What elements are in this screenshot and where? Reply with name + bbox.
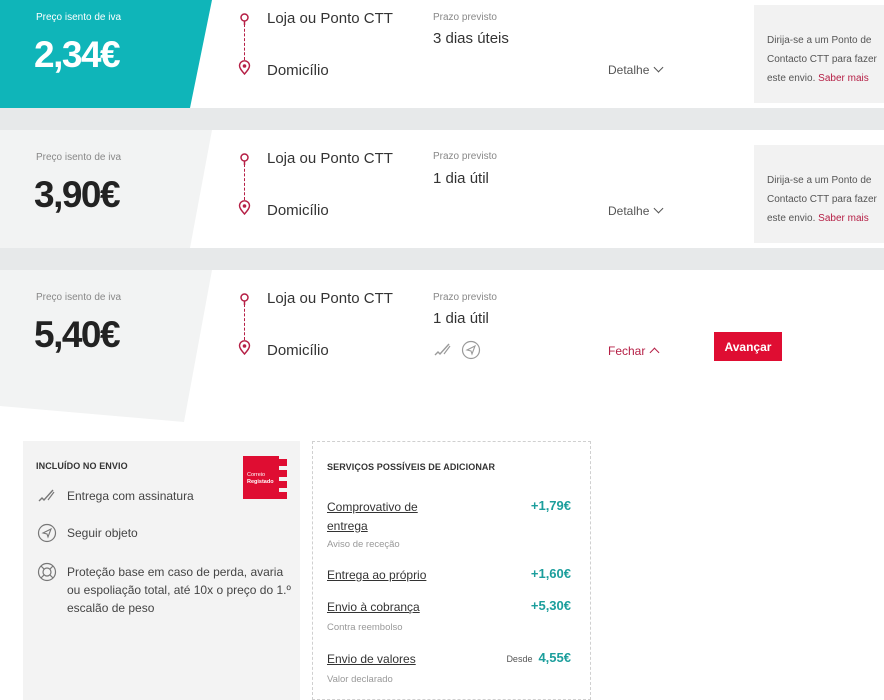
saber-mais-link[interactable]: Saber mais — [818, 213, 869, 224]
prazo-value: 1 dia útil — [433, 170, 489, 187]
close-label: Fechar — [608, 344, 646, 358]
service-price: +1,79€ — [530, 498, 571, 513]
route-dashed-line — [244, 164, 245, 200]
close-link[interactable]: Fechar — [608, 344, 660, 358]
signature-icon — [38, 489, 55, 502]
service-name-link[interactable]: Envio de valores — [327, 650, 416, 669]
lifebuoy-icon — [37, 562, 57, 582]
origin-text: Loja ou Ponto CTT — [267, 150, 393, 167]
price-value: 3,90€ — [34, 174, 121, 215]
chevron-up-icon — [649, 347, 660, 358]
shipping-option-1[interactable]: Preço isento de iva 2,34€ Loja ou Ponto … — [0, 0, 884, 108]
price-label: Preço isento de iva — [36, 152, 122, 163]
destination-text: Domicílio — [267, 202, 329, 219]
separator-band — [0, 108, 884, 130]
route: Loja ou Ponto CTT Domicílio — [237, 150, 437, 222]
service-price: +5,30€ — [530, 598, 571, 613]
separator-band — [0, 248, 884, 270]
price-label: Preço isento de iva — [36, 12, 122, 23]
stamp-line1: Correio — [247, 472, 265, 478]
price-value: 5,40€ — [34, 314, 121, 355]
route: Loja ou Ponto CTT Domicílio — [237, 10, 437, 82]
route: Loja ou Ponto CTT Domicílio — [237, 290, 437, 362]
destination-pin-icon — [238, 200, 251, 215]
destination-text: Domicílio — [267, 342, 329, 359]
note-text: Dirija-se a um Ponto de Contacto CTT par… — [767, 175, 877, 224]
saber-mais-link[interactable]: Saber mais — [818, 73, 869, 84]
service-sub: Valor declarado — [327, 674, 393, 685]
route-dashed-line — [244, 304, 245, 340]
prazo-label: Prazo previsto — [433, 292, 497, 303]
included-title: INCLUÍDO NO ENVIO — [36, 461, 128, 471]
detail-link[interactable]: Detalhe — [608, 62, 664, 77]
route-dashed-line — [244, 24, 245, 60]
stamp-line2: Registado — [247, 479, 274, 485]
service-sub: Contra reembolso — [327, 622, 403, 633]
service-from-label: Desde — [506, 654, 533, 664]
shipping-options-page: Preço isento de iva 2,34€ Loja ou Ponto … — [0, 0, 884, 700]
services-title: SERVIÇOS POSSÍVEIS DE ADICIONAR — [327, 462, 496, 472]
origin-text: Loja ou Ponto CTT — [267, 10, 393, 27]
detail-link[interactable]: Detalhe — [608, 203, 664, 218]
note-text: Dirija-se a um Ponto de Contacto CTT par… — [767, 35, 877, 84]
destination-pin-icon — [238, 60, 251, 75]
contact-point-note: Dirija-se a um Ponto de Contacto CTT par… — [754, 145, 884, 243]
shipping-option-2[interactable]: Preço isento de iva 3,90€ Loja ou Ponto … — [0, 130, 884, 248]
service-name-link[interactable]: Entrega ao próprio — [327, 566, 426, 585]
service-price-group: Desde 4,55€ — [506, 650, 571, 665]
contact-point-note: Dirija-se a um Ponto de Contacto CTT par… — [754, 5, 884, 103]
prazo-value: 3 dias úteis — [433, 30, 509, 47]
included-item-text: Seguir objeto — [67, 526, 138, 540]
service-price: 4,55€ — [538, 650, 571, 665]
prazo-label: Prazo previsto — [433, 12, 497, 23]
service-sub: Aviso de receção — [327, 539, 400, 550]
chevron-down-icon — [653, 62, 664, 73]
detail-label: Detalhe — [608, 63, 650, 77]
tracking-icon — [37, 523, 57, 543]
service-name-link[interactable]: Comprovativo de entrega — [327, 498, 427, 536]
service-price: +1,60€ — [530, 566, 571, 581]
destination-text: Domicílio — [267, 62, 329, 79]
services-panel: SERVIÇOS POSSÍVEIS DE ADICIONAR Comprova… — [312, 441, 591, 700]
origin-text: Loja ou Ponto CTT — [267, 290, 393, 307]
advance-button[interactable]: Avançar — [714, 332, 782, 361]
price-label: Preço isento de iva — [36, 292, 122, 303]
prazo-value: 1 dia útil — [433, 310, 489, 327]
tracking-icon — [461, 340, 481, 360]
detail-label: Detalhe — [608, 204, 650, 218]
price-value: 2,34€ — [34, 34, 121, 75]
chevron-down-icon — [653, 203, 664, 214]
prazo-label: Prazo previsto — [433, 151, 497, 162]
service-name-link[interactable]: Envio à cobrança — [327, 598, 420, 617]
signature-icon — [434, 343, 451, 356]
included-item-text: Proteção base em caso de perda, avaria o… — [67, 565, 291, 615]
correio-registado-stamp: Correio Registado — [243, 456, 287, 499]
destination-pin-icon — [238, 340, 251, 355]
